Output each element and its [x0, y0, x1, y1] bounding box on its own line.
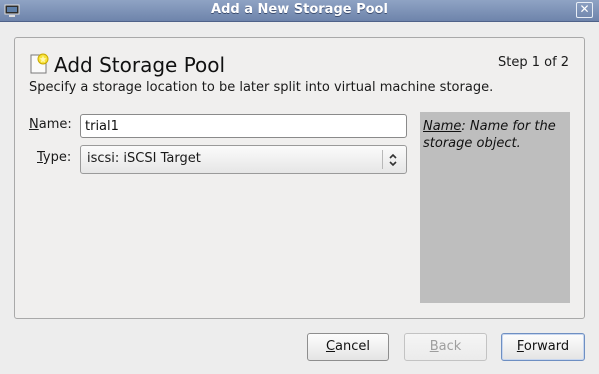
- forward-button[interactable]: Forward: [501, 333, 585, 361]
- type-select[interactable]: iscsi: iSCSI Target: [80, 145, 407, 174]
- name-input[interactable]: [80, 114, 407, 138]
- select-separator: [382, 150, 383, 169]
- close-icon[interactable]: ✕: [576, 2, 593, 18]
- chevron-updown-icon: [389, 153, 397, 167]
- window-title: Add a New Storage Pool: [211, 2, 388, 17]
- help-term: Name: [423, 119, 462, 134]
- cancel-button[interactable]: Cancel: [307, 333, 389, 361]
- cancel-label: ancel: [335, 339, 371, 354]
- back-mnemonic: B: [429, 339, 439, 354]
- forward-mnemonic: F: [516, 339, 524, 354]
- name-label: Name:: [29, 117, 72, 132]
- new-storage-pool-icon: [30, 53, 49, 74]
- cancel-mnemonic: C: [325, 339, 336, 354]
- type-label: Type:: [37, 150, 71, 165]
- back-label: ack: [438, 339, 462, 354]
- window-titlebar[interactable]: Add a New Storage Pool ✕: [0, 0, 599, 22]
- name-label-mnemonic: N: [29, 117, 39, 132]
- type-label-text: ype:: [42, 150, 72, 165]
- forward-label: orward: [523, 339, 570, 354]
- back-button[interactable]: Back: [404, 333, 487, 361]
- help-panel: Name: Name for the storage object.: [420, 112, 570, 303]
- page-title: Add Storage Pool: [54, 53, 226, 77]
- type-select-value: iscsi: iSCSI Target: [87, 151, 201, 166]
- name-label-text: ame:: [38, 117, 72, 132]
- step-indicator: Step 1 of 2: [498, 55, 570, 70]
- page-subtitle: Specify a storage location to be later s…: [29, 80, 494, 95]
